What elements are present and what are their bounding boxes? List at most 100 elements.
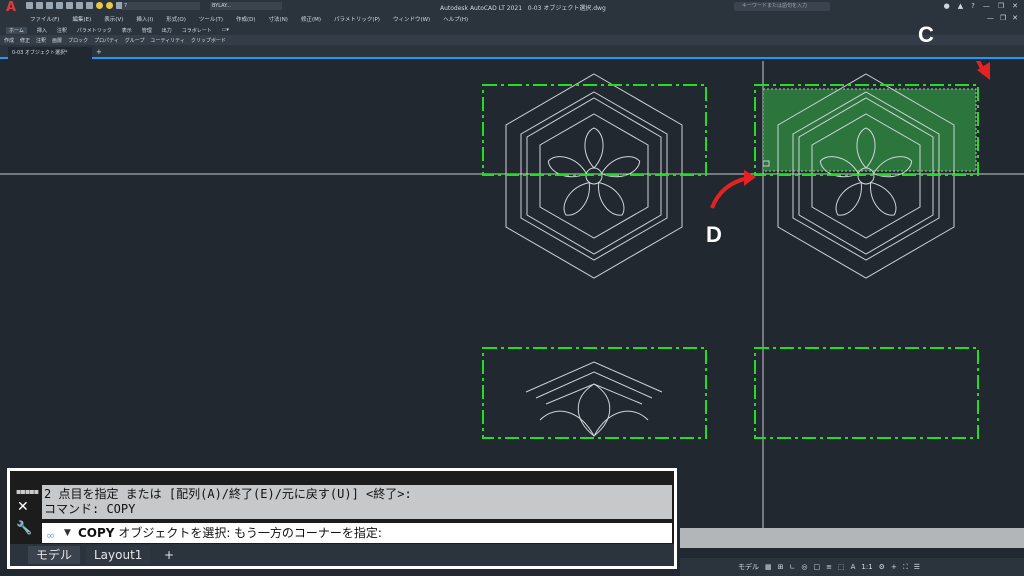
search-input[interactable]: キーワードまたは語句を入力: [734, 2, 830, 11]
layout-tabs: モデル Layout1 +: [10, 544, 674, 566]
command-line-panel: ▪▪▪▪▪ ✕ 🔧 2 点目を指定 または [配列(A)/終了(E)/元に戻す(…: [7, 468, 677, 569]
menu-insert[interactable]: 挿入(I): [136, 15, 153, 23]
autocad-window: { "window": { "title": "Autodesk AutoCAD…: [0, 0, 1024, 576]
chevron-down-icon[interactable]: ▼: [64, 523, 71, 543]
emblem-partial[interactable]: [525, 361, 663, 437]
open-icon[interactable]: [36, 2, 43, 9]
annotation-icon[interactable]: A: [851, 563, 856, 571]
tab-output[interactable]: 出力: [162, 27, 172, 34]
add-layout-button[interactable]: +: [156, 546, 182, 564]
plus-icon[interactable]: +: [891, 563, 897, 571]
fullscreen-icon[interactable]: ⛶: [903, 563, 908, 572]
menu-help[interactable]: ヘルプ(H): [443, 15, 468, 23]
status-model[interactable]: モデル: [738, 562, 759, 572]
doc-minimize-icon[interactable]: —: [987, 14, 994, 22]
linetype-dropdown[interactable]: BYLAY...: [210, 2, 282, 10]
title-bar-icons: ● ▲ ? — ❐ ✕: [944, 2, 1018, 10]
grip-icon[interactable]: ▪▪▪▪▪: [16, 487, 39, 496]
save-icon[interactable]: [46, 2, 53, 9]
history-line: 2 点目を指定 または [配列(A)/終了(E)/元に戻す(U)] <終了>:: [44, 487, 412, 501]
annotation-c: C: [918, 22, 934, 47]
history-line: コマンド: COPY: [44, 502, 136, 516]
doc-restore-icon[interactable]: ❐: [1000, 14, 1006, 22]
box-bottom-right[interactable]: [754, 347, 979, 439]
box-bottom-left[interactable]: [482, 347, 707, 439]
tab-view[interactable]: 表示: [122, 27, 132, 34]
lightbulb-icon[interactable]: [96, 2, 103, 9]
panel-groups[interactable]: グループ: [125, 37, 145, 44]
sun-icon[interactable]: [106, 2, 113, 9]
new-tab-button[interactable]: +: [96, 48, 102, 56]
osnap-icon[interactable]: □: [813, 563, 820, 571]
panel-clipboard[interactable]: クリップボード: [191, 37, 226, 44]
panel-block[interactable]: ブロック: [68, 37, 88, 44]
help-icon[interactable]: ?: [971, 2, 975, 10]
ribbon-panel-bar: 作成 修正 注釈 画層 ブロック プロパティ グループ ユーティリティ クリップ…: [0, 35, 1024, 45]
tab-collaborate[interactable]: コラボレート: [182, 27, 212, 34]
new-icon[interactable]: [26, 2, 33, 9]
menu-edit[interactable]: 編集(E): [72, 15, 91, 23]
panel-layers[interactable]: 画層: [52, 37, 62, 44]
user-icon[interactable]: ●: [944, 2, 950, 10]
polar-icon[interactable]: ◎: [801, 563, 807, 571]
tab-home[interactable]: ホーム: [6, 26, 27, 34]
tab-model[interactable]: モデル: [28, 546, 81, 564]
title-bar: A 7 BYLAY... Autodesk AutoCAD LT 2021 0-…: [0, 0, 1024, 15]
doc-close-icon[interactable]: ✕: [1012, 14, 1018, 22]
quick-access-toolbar: [26, 2, 123, 9]
command-history: 2 点目を指定 または [配列(A)/終了(E)/元に戻す(U)] <終了>: …: [42, 485, 672, 519]
selection-icon[interactable]: ⬚: [838, 563, 845, 571]
panel-properties[interactable]: プロパティ: [94, 37, 119, 44]
saveas-icon[interactable]: [56, 2, 63, 9]
menu-tools[interactable]: ツール(T): [199, 15, 223, 23]
ribbon-tabs: ホーム 挿入 注釈 パラメトリック 表示 管理 出力 コラボレート ▭▾: [0, 25, 1024, 35]
tab-layout1[interactable]: Layout1: [86, 546, 151, 564]
menu-bar: ファイル(F) 編集(E) 表示(V) 挿入(I) 形式(O) ツール(T) 作…: [0, 13, 1024, 25]
wrench-icon[interactable]: 🔧: [16, 521, 32, 536]
menu-parametric[interactable]: パラメトリック(P): [334, 15, 380, 23]
close-icon[interactable]: ✕: [1012, 2, 1018, 10]
status-bar: モデル ▦ ⊞ ∟ ◎ □ ≡ ⬚ A 1:1 ⚙ + ⛶ ☰: [680, 558, 1024, 576]
ribbon-toggle-icon[interactable]: ▭▾: [222, 27, 229, 33]
close-icon[interactable]: ✕: [17, 499, 29, 515]
menu-modify[interactable]: 修正(M): [301, 15, 321, 23]
undo-icon[interactable]: [76, 2, 83, 9]
panel-annotation[interactable]: 注釈: [36, 37, 46, 44]
menu-view[interactable]: 表示(V): [104, 15, 123, 23]
scale-value[interactable]: 1:1: [861, 563, 872, 571]
menu-icon[interactable]: ☰: [914, 563, 920, 571]
panel-utilities[interactable]: ユーティリティ: [150, 37, 184, 44]
grid-icon[interactable]: ▦: [765, 563, 772, 571]
tab-manage[interactable]: 管理: [142, 27, 152, 34]
restore-icon[interactable]: ❐: [998, 2, 1004, 10]
window-title: Autodesk AutoCAD LT 2021 0-03 オブジェクト選択.d…: [440, 5, 606, 12]
tab-insert[interactable]: 挿入: [37, 27, 47, 34]
command-name: COPY: [78, 526, 115, 540]
arrow-c: [975, 61, 986, 75]
tab-parametric[interactable]: パラメトリック: [77, 27, 112, 34]
menu-file[interactable]: ファイル(F): [30, 15, 59, 23]
menu-draw[interactable]: 作成(D): [236, 15, 256, 23]
tab-annotate[interactable]: 注釈: [57, 27, 67, 34]
menu-window[interactable]: ウィンドウ(W): [393, 15, 430, 23]
panel-modify[interactable]: 修正: [20, 37, 30, 44]
print-icon[interactable]: [66, 2, 73, 9]
snap-icon[interactable]: ⊞: [778, 563, 784, 571]
command-input[interactable]: ∞ ▼ COPY オブジェクトを選択: もう一方のコーナーを指定:: [42, 523, 672, 543]
command-icon[interactable]: ∞: [46, 526, 55, 546]
menu-format[interactable]: 形式(O): [166, 15, 186, 23]
gear-icon[interactable]: ⚙: [879, 563, 885, 571]
panel-draw[interactable]: 作成: [4, 37, 14, 44]
status-bar-gray: [680, 528, 1024, 548]
document-tab[interactable]: 0-03 オブジェクト選択*: [8, 47, 92, 59]
command-prompt: オブジェクトを選択: もう一方のコーナーを指定:: [118, 526, 382, 540]
layer-dropdown[interactable]: 7: [122, 2, 200, 10]
redo-icon[interactable]: [86, 2, 93, 9]
arrow-d: [710, 176, 749, 209]
ortho-icon[interactable]: ∟: [790, 563, 796, 571]
autodesk-a360-icon[interactable]: ▲: [958, 2, 963, 10]
annotation-d: D: [706, 222, 722, 247]
lineweight-icon[interactable]: ≡: [826, 563, 832, 571]
minimize-icon[interactable]: —: [983, 2, 990, 10]
menu-dimension[interactable]: 寸法(N): [269, 15, 288, 23]
